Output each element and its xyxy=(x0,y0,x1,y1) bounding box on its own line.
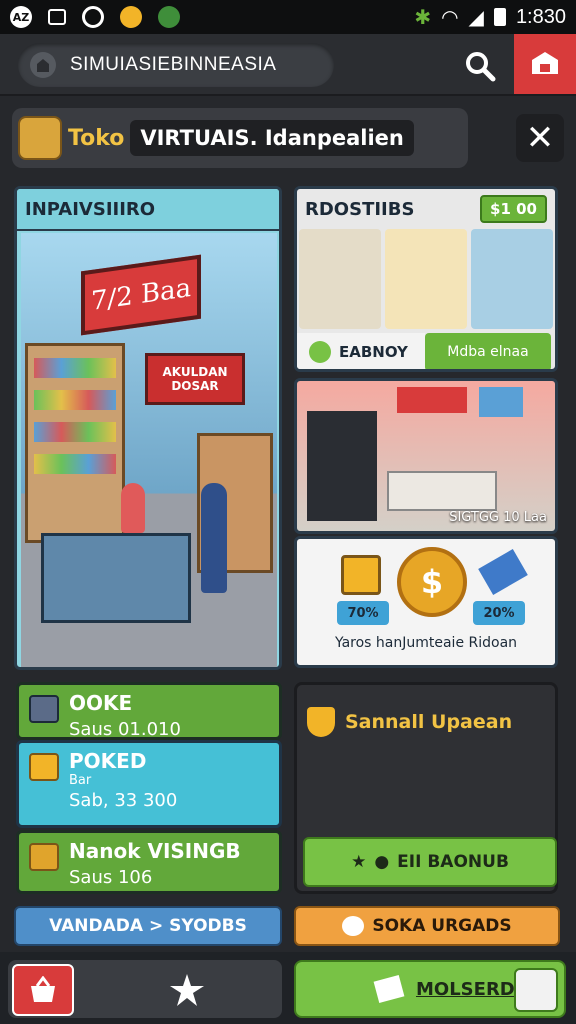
wifi-icon: ◠ xyxy=(441,6,459,29)
more-button[interactable]: MOLSERD xyxy=(294,960,566,1018)
stat-name: Nanok VISINGB xyxy=(69,839,241,863)
scene-counter xyxy=(387,471,497,511)
reward-text: Yaros hanJumteaie Ridoan xyxy=(334,635,518,651)
scene-caption: SIGTGG 10 Laa xyxy=(449,510,547,525)
shop-sign: AKULDAN DOSAR xyxy=(145,353,245,405)
store-sign: 7/2 Baa xyxy=(81,254,201,336)
badge-icon xyxy=(309,341,331,363)
close-button[interactable]: ✕ xyxy=(516,114,564,162)
search-icon[interactable] xyxy=(462,48,498,84)
title-prefix: Toko xyxy=(68,125,125,151)
customer xyxy=(201,483,227,593)
stat-sub: Bar xyxy=(69,773,92,788)
bluetooth-icon: ✱ xyxy=(414,6,432,29)
stat-nanok[interactable]: Nanok VISINGB Saus 106 xyxy=(16,830,282,894)
inventory-title: INPAIVSIIIRO xyxy=(17,189,279,231)
reward-left-pct: 70% xyxy=(337,601,389,625)
hammer-icon xyxy=(478,549,528,595)
page-title: Toko VIRTUAIS. Idanpealien xyxy=(12,108,468,168)
fridge xyxy=(307,411,377,521)
stat-value: Sab, 33 300 xyxy=(69,790,178,811)
bottom-left-group xyxy=(8,960,282,1018)
close-icon: ✕ xyxy=(525,118,555,158)
ticket-icon xyxy=(373,975,405,1003)
stat-value: Saus 01.010 xyxy=(69,719,181,740)
products-title: RDOSTIIBS xyxy=(305,198,415,220)
stat-poked[interactable]: POKED Bar Sab, 33 300 xyxy=(16,740,282,828)
puzzle-icon xyxy=(532,52,558,74)
reward-panel[interactable]: $ 70% 20% Yaros hanJumteaie Ridoan xyxy=(294,536,558,668)
upgrade-button-label: EII BAONUB xyxy=(397,852,509,872)
stat-ooke[interactable]: OOKE Saus 01.010 xyxy=(16,682,282,740)
pin-icon: ● xyxy=(374,852,390,872)
chest-icon xyxy=(18,116,62,160)
shop-button[interactable] xyxy=(12,964,74,1016)
home-icon[interactable] xyxy=(30,52,56,78)
store-scene-panel[interactable]: SIGTGG 10 Laa xyxy=(294,378,558,534)
gift-icon xyxy=(341,555,381,595)
sync-icon xyxy=(82,6,104,28)
coin-icon: $ xyxy=(397,547,467,617)
inventory-panel[interactable]: INPAIVSIIIRO 7/2 Baa AKULDAN DOSAR xyxy=(14,186,282,670)
status-bar: AZ ✱ ◠ ◢ 1:830 xyxy=(0,0,576,34)
product-shopper[interactable] xyxy=(471,229,553,329)
bottom-nav: MOLSERD xyxy=(0,952,576,1024)
more-label: MOLSERD xyxy=(416,978,515,1000)
monitor-icon xyxy=(29,695,59,723)
shield-icon xyxy=(307,707,335,737)
cash-icon xyxy=(29,753,59,781)
stat-name: POKED xyxy=(69,749,147,773)
upgrades-label: SOKA URGADS xyxy=(372,916,512,936)
search-input[interactable]: SIMUIASIEBINNEASIA xyxy=(18,43,334,87)
app-icon: AZ xyxy=(10,6,32,28)
title-text: VIRTUAIS. Idanpealien xyxy=(130,120,414,156)
star-icon: ★ xyxy=(351,852,367,872)
shelf xyxy=(25,343,125,543)
products-panel[interactable]: RDOSTIIBS $1 00 EABNOY Mdba elnaa xyxy=(294,186,558,372)
product-crates[interactable] xyxy=(299,229,381,329)
products-button[interactable]: Mdba elnaa xyxy=(425,333,551,369)
sparkle-icon xyxy=(170,974,204,1006)
coins-icon xyxy=(29,843,59,871)
cashier xyxy=(121,483,145,533)
coin-icon xyxy=(120,6,142,28)
scene-sign-blue xyxy=(479,387,523,417)
qr-icon[interactable] xyxy=(514,968,558,1012)
upgrade-title: Sannall Upaean xyxy=(345,711,513,733)
upgrade-button[interactable]: ★ ● EII BAONUB xyxy=(303,837,557,887)
top-bar: SIMUIASIEBINNEASIA xyxy=(0,34,576,96)
upgrade-panel: Sannall Upaean ★ ● EII BAONUB xyxy=(294,682,558,894)
game-icon xyxy=(158,6,180,28)
signal-icon: ◢ xyxy=(468,6,484,29)
product-cart[interactable] xyxy=(385,229,467,329)
menu-button[interactable] xyxy=(514,34,576,94)
reward-right-pct: 20% xyxy=(473,601,525,625)
clock: 1:830 xyxy=(515,5,566,28)
stat-name: OOKE xyxy=(69,691,133,715)
sparkle-button[interactable] xyxy=(168,972,206,1008)
counter xyxy=(41,533,191,623)
stat-value: Saus 106 xyxy=(69,867,153,888)
battery-icon xyxy=(493,8,506,26)
upgrades-button[interactable]: SOKA URGADS xyxy=(294,906,560,946)
scene-sign-red xyxy=(397,387,467,413)
search-value: SIMUIASIEBINNEASIA xyxy=(70,54,277,75)
chat-icon xyxy=(342,916,365,936)
basket-icon xyxy=(31,976,55,1002)
store-illustration: 7/2 Baa AKULDAN DOSAR xyxy=(21,233,277,667)
price-badge: $1 00 xyxy=(480,195,547,223)
next-button[interactable]: VANDADA > SYODBS xyxy=(14,906,282,946)
image-icon xyxy=(48,9,66,25)
products-label: EABNOY xyxy=(339,343,408,361)
